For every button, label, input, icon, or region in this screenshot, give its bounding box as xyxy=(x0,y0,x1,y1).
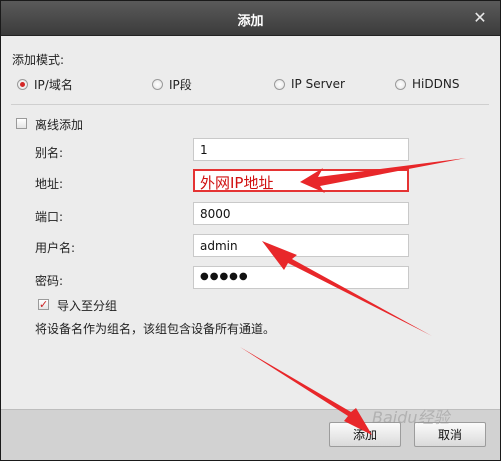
radio-ip-server[interactable]: IP Server xyxy=(274,76,345,92)
radio-hiddns[interactable]: HiDDNS xyxy=(395,76,459,92)
title-bar: 添加 ✕ xyxy=(1,1,500,36)
offline-checkbox[interactable] xyxy=(16,118,27,129)
watermark: Baidu经验 xyxy=(372,408,450,427)
radio-ip-domain-icon xyxy=(17,78,28,90)
add-device-dialog: 添加 ✕ 添加模式: IP/域名 IP段 IP Server HiDDNS 离线… xyxy=(0,0,501,461)
alias-label: 别名: xyxy=(35,146,64,160)
port-label: 端口: xyxy=(35,210,64,224)
divider xyxy=(11,104,489,105)
address-input[interactable]: 外网IP地址 xyxy=(193,169,409,192)
radio-hiddns-icon xyxy=(395,78,406,90)
alias-input[interactable]: 1 xyxy=(193,138,409,161)
radio-hiddns-label: HiDDNS xyxy=(412,77,460,91)
close-icon[interactable]: ✕ xyxy=(470,8,490,28)
radio-ip-segment-icon xyxy=(152,78,163,90)
password-input[interactable]: ●●●●● xyxy=(193,266,409,289)
offline-label: 离线添加 xyxy=(35,118,84,132)
port-input[interactable]: 8000 xyxy=(193,202,409,225)
dialog-title: 添加 xyxy=(237,14,264,29)
radio-ip-segment-label: IP段 xyxy=(169,77,192,92)
username-label: 用户名: xyxy=(35,241,76,255)
address-label: 地址: xyxy=(35,177,64,191)
username-input[interactable]: admin xyxy=(193,234,409,257)
import-group-checkbox[interactable]: ✓ xyxy=(38,299,49,310)
radio-ip-server-label: IP Server xyxy=(291,77,345,91)
add-mode-label: 添加模式: xyxy=(12,53,65,67)
radio-ip-domain-label: IP/域名 xyxy=(34,77,73,92)
radio-ip-segment[interactable]: IP段 xyxy=(152,76,192,92)
password-label: 密码: xyxy=(35,274,64,288)
radio-ip-domain[interactable]: IP/域名 xyxy=(17,76,73,92)
group-hint: 将设备名作为组名，该组包含设备所有通道。 xyxy=(35,322,276,336)
radio-ip-server-icon xyxy=(274,78,285,90)
import-group-label: 导入至分组 xyxy=(57,299,118,313)
